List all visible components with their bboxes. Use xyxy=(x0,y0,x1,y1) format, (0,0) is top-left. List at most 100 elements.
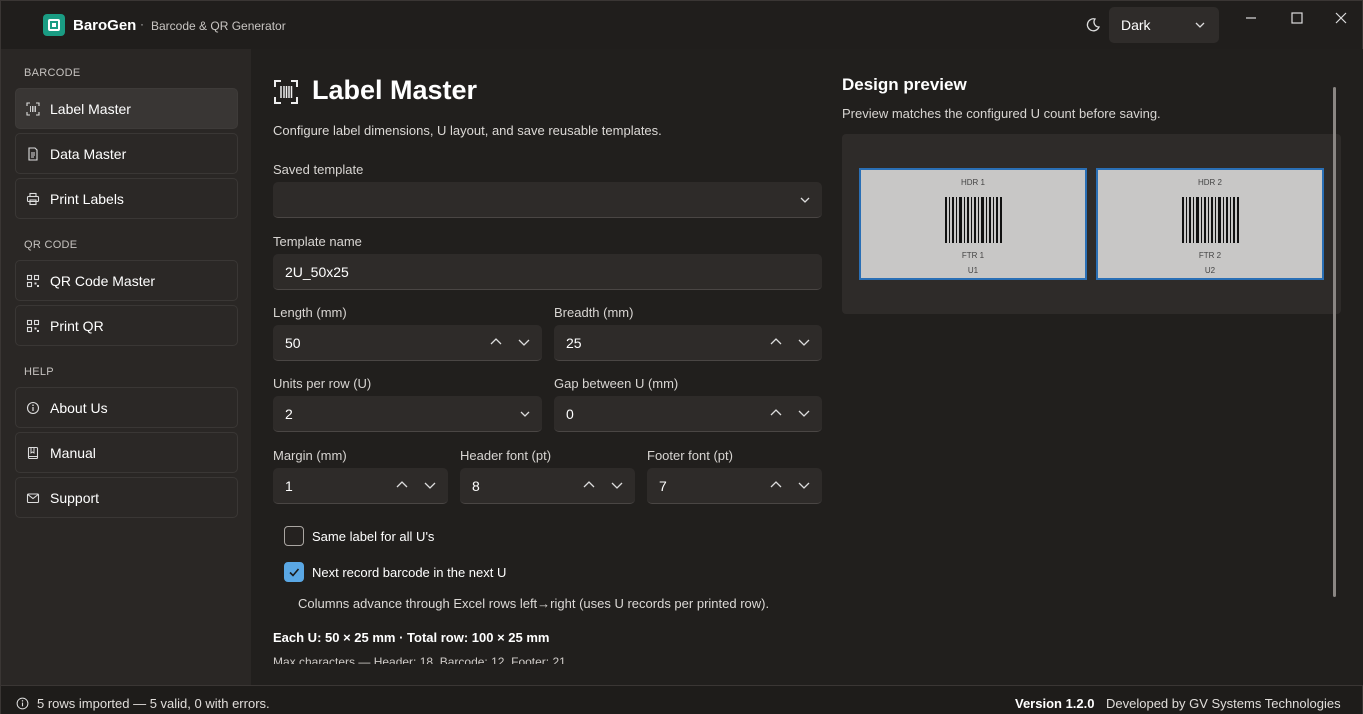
barcode-scan-icon xyxy=(274,80,298,104)
printer-icon xyxy=(26,192,40,206)
sidebar-item-label-master[interactable]: Label Master xyxy=(15,88,238,129)
section-title-qr-code: QR CODE xyxy=(24,239,78,251)
sidebar-item-manual[interactable]: Manual xyxy=(15,432,238,473)
template-name-label: Template name xyxy=(273,234,362,249)
margin-label: Margin (mm) xyxy=(273,448,347,463)
sidebar-item-print-qr[interactable]: Print QR xyxy=(15,305,238,346)
margin-stepper[interactable]: 1 xyxy=(273,468,448,504)
barcode-graphic xyxy=(1182,197,1239,243)
barcode-scan-icon xyxy=(26,101,40,116)
version-label: Version 1.2.0 xyxy=(1015,696,1095,711)
breadth-stepper[interactable]: 25 xyxy=(554,325,822,361)
sidebar-item-label: Label Master xyxy=(50,100,131,117)
chevron-down-icon[interactable] xyxy=(798,337,810,347)
qr-icon xyxy=(26,319,40,333)
vertical-scrollbar[interactable] xyxy=(1333,87,1336,597)
qr-icon xyxy=(26,274,40,288)
theme-select-value: Dark xyxy=(1121,17,1151,33)
footer-font-value: 7 xyxy=(659,477,667,494)
close-icon xyxy=(1335,12,1347,24)
chevron-up-icon[interactable] xyxy=(770,337,782,347)
main-content: Label Master Configure label dimensions,… xyxy=(251,49,1363,685)
maximize-button[interactable] xyxy=(1288,9,1306,27)
template-name-input[interactable]: 2U_50x25 xyxy=(273,254,822,290)
sidebar-item-label: Support xyxy=(50,489,100,506)
minimize-button[interactable] xyxy=(1242,9,1260,27)
book-icon xyxy=(26,446,40,460)
header-font-value: 8 xyxy=(472,477,480,494)
sidebar: BARCODE Label Master Data Master Print L… xyxy=(1,49,251,685)
breadth-label: Breadth (mm) xyxy=(554,305,634,320)
chevron-up-icon[interactable] xyxy=(583,480,595,490)
chevron-down-icon[interactable] xyxy=(798,408,810,418)
app-name: BaroGen xyxy=(73,17,137,34)
chevron-down-icon[interactable] xyxy=(611,480,623,490)
same-label-text: Same label for all U's xyxy=(312,529,435,544)
length-stepper[interactable]: 50 xyxy=(273,325,542,361)
chevron-down-icon xyxy=(1195,22,1205,28)
chevron-down-icon xyxy=(520,411,530,417)
app-subtitle: Barcode & QR Generator xyxy=(151,19,286,33)
mail-icon xyxy=(26,491,40,505)
sidebar-item-qr-code-master[interactable]: QR Code Master xyxy=(15,260,238,301)
page-title: Label Master xyxy=(312,75,478,105)
max-characters: Max characters — Header: 18, Barcode: 12… xyxy=(273,655,566,664)
sidebar-item-label: QR Code Master xyxy=(50,272,156,289)
developer-credit: Developed by GV Systems Technologies xyxy=(1106,696,1341,711)
gap-stepper[interactable]: 0 xyxy=(554,396,822,432)
length-value: 50 xyxy=(285,334,301,351)
status-message: 5 rows imported — 5 valid, 0 with errors… xyxy=(37,696,270,711)
chevron-down-icon[interactable] xyxy=(518,337,530,347)
chevron-up-icon[interactable] xyxy=(490,337,502,347)
units-per-row-select[interactable]: 2 xyxy=(273,396,542,432)
header-font-stepper[interactable]: 8 xyxy=(460,468,635,504)
chevron-up-icon[interactable] xyxy=(396,480,408,490)
chevron-up-icon[interactable] xyxy=(770,408,782,418)
sidebar-item-label: Print Labels xyxy=(50,190,124,207)
app-logo-icon xyxy=(43,14,65,36)
template-name-value: 2U_50x25 xyxy=(285,263,349,280)
dimension-summary: Each U: 50 × 25 mm · Total row: 100 × 25… xyxy=(273,630,550,645)
info-icon xyxy=(26,401,40,415)
preview-title: Design preview xyxy=(842,75,967,94)
document-icon xyxy=(26,146,40,161)
chevron-down-icon[interactable] xyxy=(798,480,810,490)
sidebar-item-support[interactable]: Support xyxy=(15,477,238,518)
saved-template-label: Saved template xyxy=(273,162,364,177)
sidebar-item-about-us[interactable]: About Us xyxy=(15,387,238,428)
label-unit-preview: HDR 1 FTR 1 U1 xyxy=(859,168,1087,280)
unit-footer: FTR 1 xyxy=(961,251,985,260)
section-title-help: HELP xyxy=(24,366,54,378)
close-button[interactable] xyxy=(1332,9,1350,27)
unit-footer: FTR 2 xyxy=(1198,251,1222,260)
unit-header: HDR 2 xyxy=(1197,178,1222,187)
sidebar-item-label: About Us xyxy=(50,399,108,416)
units-per-row-label: Units per row (U) xyxy=(273,376,372,391)
chevron-down-icon xyxy=(800,197,810,203)
gap-value: 0 xyxy=(566,405,574,422)
info-icon xyxy=(16,697,29,710)
footer-font-label: Footer font (pt) xyxy=(647,448,733,463)
moon-icon xyxy=(1086,18,1100,32)
sidebar-item-label: Manual xyxy=(50,444,96,461)
title-bar: BaroGen · Barcode & QR Generator Dark xyxy=(1,1,1362,49)
gap-label: Gap between U (mm) xyxy=(554,376,679,391)
sidebar-item-label: Data Master xyxy=(50,145,127,162)
theme-select[interactable]: Dark xyxy=(1109,7,1219,43)
margin-value: 1 xyxy=(285,477,293,494)
section-title-barcode: BARCODE xyxy=(24,67,81,79)
sidebar-item-print-labels[interactable]: Print Labels xyxy=(15,178,238,219)
unit-id: U1 xyxy=(967,266,979,275)
chevron-down-icon[interactable] xyxy=(424,480,436,490)
next-record-checkbox[interactable] xyxy=(284,562,304,582)
next-record-text: Next record barcode in the next U xyxy=(312,565,507,580)
footer-font-stepper[interactable]: 7 xyxy=(647,468,822,504)
same-label-checkbox[interactable] xyxy=(284,526,304,546)
page-description: Configure label dimensions, U layout, an… xyxy=(273,123,662,138)
columns-hint: Columns advance through Excel rows left→… xyxy=(298,596,770,611)
unit-header: HDR 1 xyxy=(960,178,985,187)
unit-id: U2 xyxy=(1204,266,1216,275)
saved-template-select[interactable] xyxy=(273,182,822,218)
sidebar-item-data-master[interactable]: Data Master xyxy=(15,133,238,174)
chevron-up-icon[interactable] xyxy=(770,480,782,490)
